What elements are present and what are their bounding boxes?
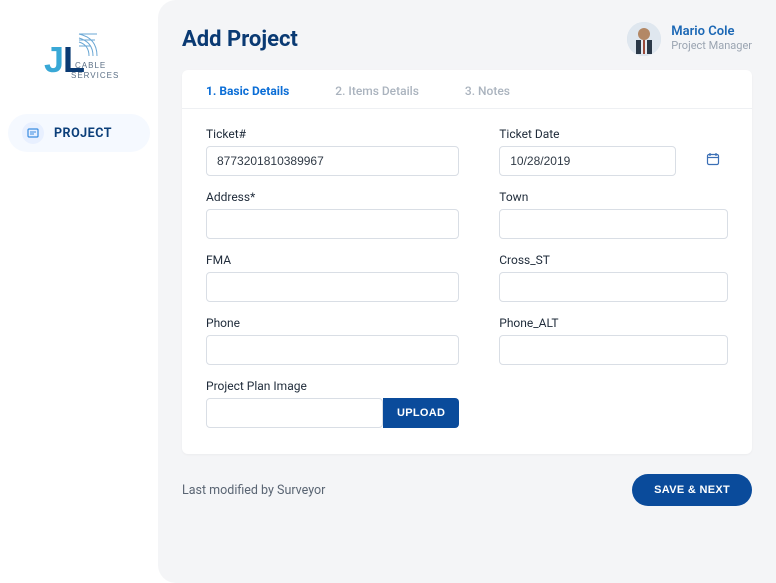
input-phone-alt[interactable] [499,335,728,365]
tabs: 1. Basic Details 2. Items Details 3. Not… [182,70,752,109]
avatar [627,22,661,56]
form-card: 1. Basic Details 2. Items Details 3. Not… [182,70,752,454]
field-ticket-date: Ticket Date [499,127,728,176]
field-address: Address* [206,190,459,239]
svg-text:SERVICES: SERVICES [71,71,119,80]
svg-text:CABLE: CABLE [75,61,106,70]
field-cross-st: Cross_ST [499,253,728,302]
input-ticket[interactable] [206,146,459,176]
user-meta: Mario Cole Project Manager [671,25,752,53]
input-town[interactable] [499,209,728,239]
user-name: Mario Cole [671,25,752,40]
sidebar-item-label: PROJECT [54,126,112,141]
logo: J L CABLE SERVICES [34,28,124,84]
label-phone-alt: Phone_ALT [499,316,728,330]
sidebar: J L CABLE SERVICES PROJECT [0,0,158,583]
field-ticket: Ticket# [206,127,459,176]
calendar-icon [706,152,720,170]
last-modified: Last modified by Surveyor [182,483,325,498]
label-plan-image: Project Plan Image [206,379,459,393]
label-address: Address* [206,190,459,204]
field-fma: FMA [206,253,459,302]
page-title: Add Project [182,27,298,52]
input-ticket-date[interactable] [499,146,676,176]
label-ticket-date: Ticket Date [499,127,728,141]
label-cross-st: Cross_ST [499,253,728,267]
sidebar-item-project[interactable]: PROJECT [8,114,150,152]
app-root: J L CABLE SERVICES PROJECT [0,0,776,583]
label-phone: Phone [206,316,459,330]
svg-text:J: J [44,39,64,80]
field-plan-image: Project Plan Image UPLOAD [206,379,459,428]
user-role: Project Manager [671,40,752,53]
logo-mark: J L CABLE SERVICES [39,28,119,84]
tab-basic-details[interactable]: 1. Basic Details [206,84,289,98]
upload-button[interactable]: UPLOAD [383,398,459,428]
footer: Last modified by Surveyor SAVE & NEXT [182,474,752,506]
tab-items-details[interactable]: 2. Items Details [335,84,419,98]
input-phone[interactable] [206,335,459,365]
field-town: Town [499,190,728,239]
input-fma[interactable] [206,272,459,302]
label-ticket: Ticket# [206,127,459,141]
save-next-button[interactable]: SAVE & NEXT [632,474,752,506]
user-block[interactable]: Mario Cole Project Manager [627,22,752,56]
tab-notes[interactable]: 3. Notes [465,84,510,98]
input-cross-st[interactable] [499,272,728,302]
field-phone: Phone [206,316,459,365]
project-icon [22,122,44,144]
field-phone-alt: Phone_ALT [499,316,728,365]
label-fma: FMA [206,253,459,267]
input-address[interactable] [206,209,459,239]
header: Add Project Mario Cole Project Manager [182,22,752,56]
form: Ticket# Ticket Date Address* [182,109,752,454]
main: Add Project Mario Cole Project Manager [158,0,776,583]
label-town: Town [499,190,728,204]
input-plan-image[interactable] [206,398,383,428]
